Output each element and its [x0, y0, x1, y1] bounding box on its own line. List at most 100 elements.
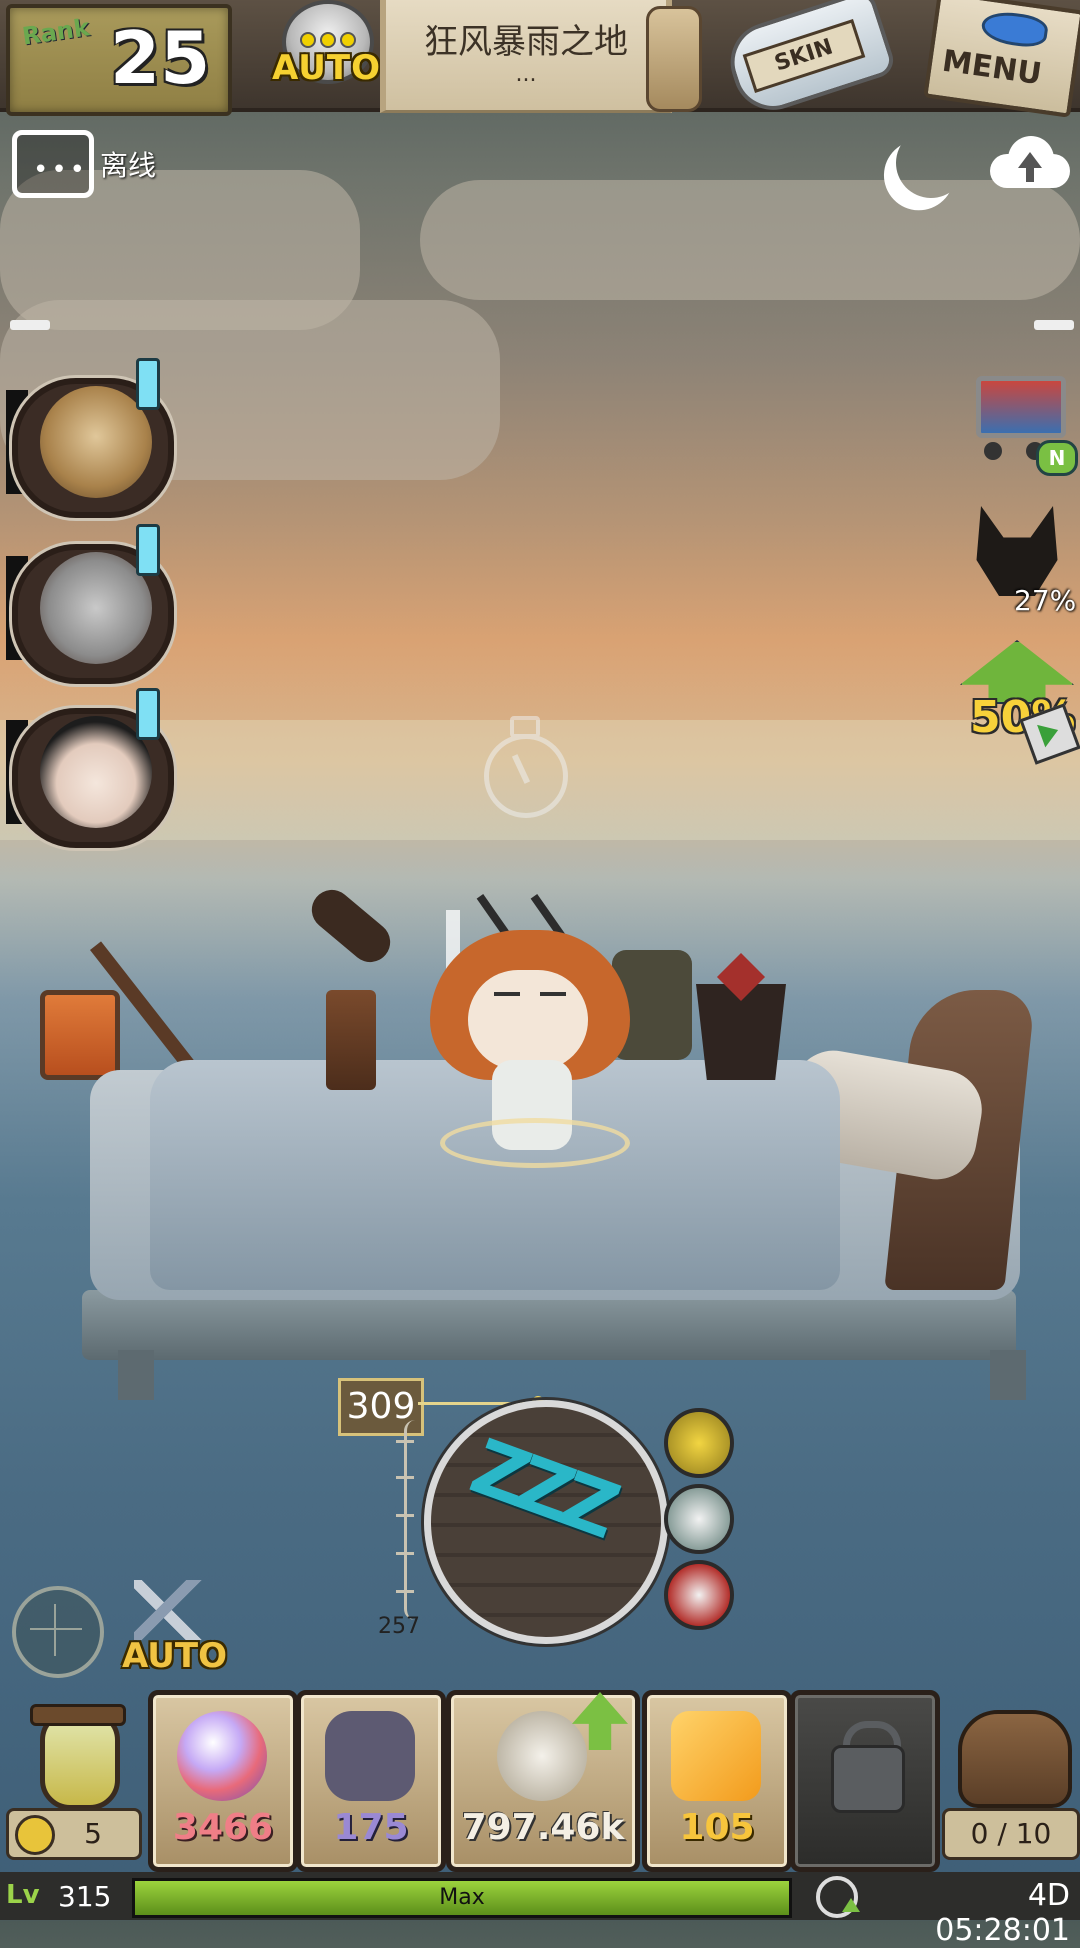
auto-battle-label: AUTO [122, 1636, 227, 1676]
auto-battle-button[interactable]: AUTO [118, 1580, 228, 1680]
dial-tick [396, 1476, 414, 1479]
auto-dot [340, 32, 356, 48]
xp-label: Max [439, 1885, 485, 1910]
hourglass-cap [30, 1704, 126, 1726]
coin-icon [15, 1815, 55, 1855]
background-cloud [420, 180, 1080, 300]
hourglass-count-box: 5 [6, 1808, 142, 1860]
menu-button[interactable]: MENU [923, 0, 1080, 118]
inventory-slot-shield[interactable]: 175 [296, 1690, 446, 1872]
timer-arrow [842, 1898, 860, 1912]
hourglass-count: 5 [84, 1817, 102, 1850]
xp-bar: Max [132, 1878, 792, 1918]
alert-icon [136, 524, 160, 576]
shield-cross-icon [325, 1711, 415, 1801]
glow-ring [440, 1118, 630, 1168]
bag-count-box: 0 / 10 [942, 1808, 1080, 1860]
auto-play-button[interactable]: AUTO [272, 0, 392, 105]
new-badge: N [1036, 440, 1078, 476]
location-title: 狂风暴雨之地 [424, 22, 628, 62]
alert-icon [136, 358, 160, 410]
character-face [468, 970, 588, 1070]
closed-eye [494, 992, 520, 996]
mask-percent: 27% [1014, 584, 1077, 617]
gift-hand-button[interactable] [664, 1484, 734, 1554]
level-icon: Lv [6, 1880, 40, 1910]
compass-icon[interactable] [12, 1586, 104, 1678]
location-subtitle: ... [515, 62, 537, 87]
map-scroll-icon[interactable] [646, 6, 702, 112]
refresh-speed-button[interactable] [664, 1408, 734, 1478]
sleep-min-value: 257 [378, 1614, 420, 1639]
closed-eye [540, 992, 566, 996]
compass-line [54, 1604, 56, 1656]
gear-icon [497, 1711, 587, 1801]
dial-tick [396, 1590, 414, 1593]
bed-leg [118, 1350, 154, 1400]
dial-tick [396, 1552, 414, 1555]
location-scroll[interactable]: 狂风暴雨之地 ... [380, 0, 672, 113]
bucket-icon[interactable] [696, 952, 786, 1080]
amber-crystal-icon [671, 1711, 761, 1801]
portrait-girl[interactable] [6, 688, 174, 848]
crossed-swords-icon [134, 1580, 204, 1640]
rank-number: 25 [110, 16, 211, 100]
sleep-dial-button[interactable]: ZZZ [424, 1400, 668, 1644]
portrait-wolf[interactable] [6, 524, 174, 684]
lock-icon [831, 1745, 905, 1813]
menu-label: MENU [939, 43, 1044, 93]
sleep-zzz-icon: ZZZ [460, 1421, 624, 1554]
rank-badge[interactable]: Rank 25 [6, 4, 232, 116]
chat-button[interactable]: ••• [12, 130, 94, 198]
stopwatch-icon [484, 716, 568, 818]
portrait-deer[interactable] [6, 358, 174, 518]
compass-line [30, 1628, 82, 1630]
alert-icon [136, 688, 160, 740]
alarm-clock-button[interactable] [664, 1560, 734, 1630]
bag-count: 0 / 10 [970, 1817, 1052, 1850]
countdown-timer: 4D 05:28:01 [935, 1878, 1070, 1948]
crystal-count: 105 [679, 1807, 755, 1848]
mask-icon [976, 506, 1058, 596]
bed-frame [82, 1290, 1016, 1360]
upload-arrow-stem [1026, 166, 1034, 182]
telescope-tube [303, 881, 399, 971]
auto-dot [320, 32, 336, 48]
right-edge-marker [1034, 320, 1074, 330]
play-icon [1037, 718, 1063, 748]
telescope-icon[interactable] [296, 881, 406, 1090]
fish-icon [979, 8, 1050, 50]
mask-progress-button[interactable]: 27% [972, 506, 1076, 617]
skin-button[interactable]: SKIN [720, 0, 898, 121]
inventory-slot-crystal[interactable]: 105 [642, 1690, 792, 1872]
lantern-icon [40, 990, 120, 1080]
online-status: 离线 [100, 149, 157, 182]
telescope-stand [326, 990, 376, 1090]
cart-icon [976, 376, 1066, 438]
dial-tick [396, 1514, 414, 1517]
bag-icon [958, 1710, 1072, 1808]
auto-label: AUTO [272, 48, 381, 88]
rank-label: Rank [20, 13, 92, 51]
status-bar: Lv 315 Max 4D 05:28:01 [0, 1872, 1080, 1948]
bag-button[interactable] [948, 1700, 1074, 1810]
cloud-upload-icon[interactable] [990, 130, 1070, 190]
level-value: 315 [58, 1880, 112, 1913]
sleeping-character[interactable] [430, 894, 630, 1168]
orb-count: 3466 [172, 1807, 274, 1848]
timer-boost-icon[interactable] [816, 1876, 860, 1918]
rainbow-orb-icon [177, 1711, 267, 1801]
left-edge-marker [10, 320, 50, 330]
shield-count: 175 [333, 1807, 409, 1848]
bed-leg [990, 1350, 1026, 1400]
inventory-slot-locked[interactable] [790, 1690, 940, 1872]
cart-wheel [984, 442, 1002, 460]
shop-cart-button[interactable]: N [966, 366, 1078, 476]
boost-ad-button[interactable]: 50% [960, 640, 1080, 765]
dial-tick [396, 1440, 414, 1443]
hourglass-button[interactable] [10, 1700, 140, 1810]
gear-count: 797.46k [461, 1807, 625, 1848]
inventory-slot-orb[interactable]: 3466 [148, 1690, 298, 1872]
chat-bubble-icon: ••• [33, 155, 89, 185]
auto-dot [300, 32, 316, 48]
